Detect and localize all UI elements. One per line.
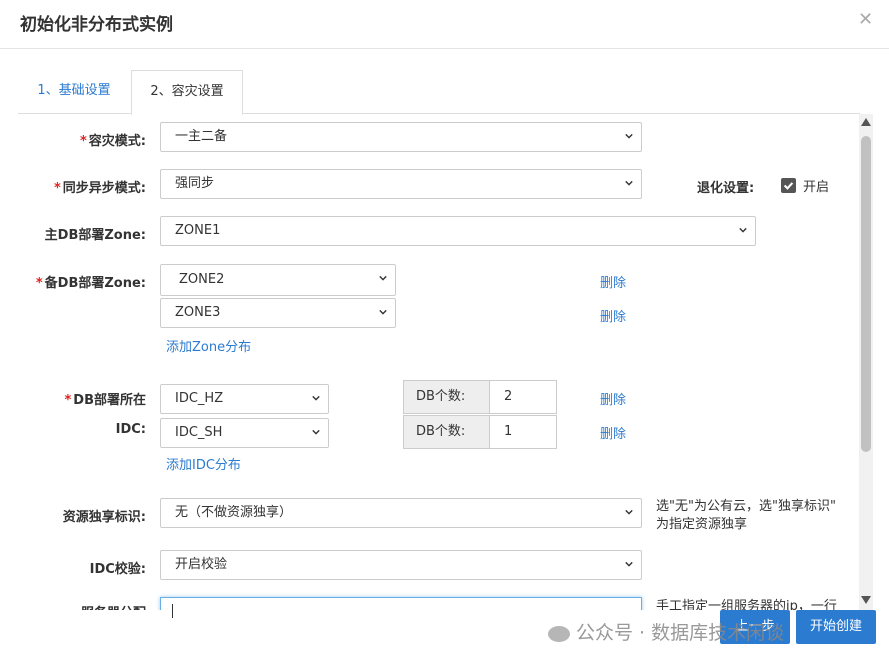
dr-mode-label: * 容灾模式: [79,134,146,149]
chevron-down-icon [379,309,387,315]
sync-mode-label: * 同步异步模式: [53,181,146,196]
scroll-up-icon[interactable] [861,118,871,126]
idc-check-label: IDC校验: [89,562,146,577]
tab-basic-settings[interactable]: 1、基础设置 [18,70,130,112]
title-divider [0,48,889,49]
chevron-down-icon [625,509,633,515]
chevron-down-icon [312,429,320,435]
watermark: 公众号 · 数据库技术闲谈 [548,618,784,645]
db-count-value-2: 1 [504,424,513,439]
idc-check-select[interactable]: 开启校验 [160,550,642,580]
idc-select-2[interactable]: IDC_SH [160,418,329,448]
primary-zone-label: 主DB部署Zone: [44,228,146,243]
delete-zone-link-1[interactable]: 删除 [600,272,626,291]
standby-zone-select-1[interactable]: ZONE2 [160,264,396,296]
idc-label-line1: * DB部署所在 [64,393,146,408]
chevron-down-icon [379,275,387,281]
chevron-down-icon [739,227,747,233]
sync-mode-select[interactable]: 强同步 [160,169,642,199]
form-area: * 容灾模式: 一主二备 * 同步异步模式: 强同步 退化设置: 开启 主DB部署Z… [0,114,860,610]
delete-zone-link-2[interactable]: 删除 [600,306,626,325]
scrollbar-thumb[interactable] [861,136,871,452]
standby-zone-select-2[interactable]: ZONE3 [160,298,396,328]
text-cursor [172,604,173,618]
dr-mode-select[interactable]: 一主二备 [160,122,642,152]
db-count-value-1: 2 [504,389,513,404]
dialog-title: 初始化非分布式实例 [20,15,173,35]
delete-idc-link-2[interactable]: 删除 [600,423,626,442]
tab-dr-settings[interactable]: 2、容灾设置 [131,70,243,115]
check-icon [783,182,794,190]
db-count-input-2[interactable]: DB个数: 1 [403,415,557,449]
start-create-button[interactable]: 开始创建 [796,610,876,644]
idc-select-1[interactable]: IDC_HZ [160,384,329,414]
server-group-hint: 手工指定一组服务器的ip，一行 [656,599,837,610]
add-zone-link[interactable]: 添加Zone分布 [166,336,251,355]
scroll-down-icon[interactable] [861,596,871,604]
degrade-label: 退化设置: [697,181,755,196]
degrade-checkbox[interactable] [781,178,796,193]
server-group-label: 服务器分配 [81,602,146,610]
chevron-down-icon [312,395,320,401]
idc-label-line2: IDC: [115,422,146,437]
db-count-addon-2: DB个数: [404,416,490,448]
chevron-down-icon [625,561,633,567]
db-count-input-1[interactable]: DB个数: 2 [403,380,557,414]
close-icon[interactable]: ✕ [858,9,873,30]
standby-zone-label: * 备DB部署Zone: [35,276,146,291]
wechat-icon [548,625,570,642]
db-count-addon-1: DB个数: [404,381,490,413]
degrade-checkbox-label: 开启 [803,180,830,195]
add-idc-link[interactable]: 添加IDC分布 [166,454,241,473]
server-ip-textarea[interactable] [160,597,642,610]
resource-tag-label: 资源独享标识: [62,510,146,525]
tab-bar: 1、基础设置 2、容灾设置 [18,70,860,115]
primary-zone-select[interactable]: ZONE1 [160,216,756,246]
chevron-down-icon [625,133,633,139]
delete-idc-link-1[interactable]: 删除 [600,389,626,408]
resource-tag-select[interactable]: 无（不做资源独享） [160,498,642,528]
chevron-down-icon [625,180,633,186]
resource-tag-hint: 选"无"为公有云，选"独享标识" 为指定资源独享 [656,499,836,532]
